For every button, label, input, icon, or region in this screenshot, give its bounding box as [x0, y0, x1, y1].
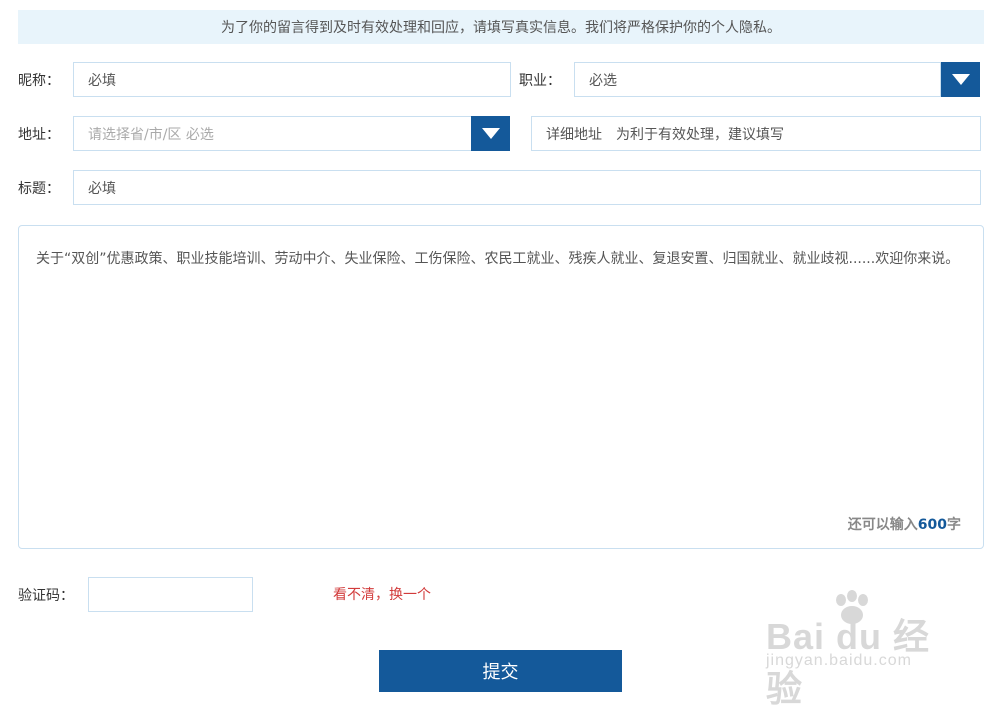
nickname-label: 昵称： — [18, 72, 60, 89]
message-hint: 关于“双创”优惠政策、职业技能培训、劳动中介、失业保险、工伤保险、农民工就业、残… — [36, 251, 960, 267]
caret-down-icon — [481, 128, 500, 139]
nickname-input[interactable]: 必填 — [73, 62, 511, 97]
watermark-url: jingyan.baidu.com — [766, 652, 912, 669]
occupation-select[interactable]: 必选 — [574, 62, 941, 97]
caret-down-icon — [951, 74, 970, 85]
captcha-input[interactable] — [88, 577, 253, 612]
region-select[interactable]: 请选择省/市/区 必选 — [73, 116, 472, 151]
captcha-refresh-link[interactable]: 看不清，换一个 — [333, 584, 431, 604]
notice-banner: 为了你的留言得到及时有效处理和回应，请填写真实信息。我们将严格保护你的个人隐私。 — [18, 10, 984, 44]
char-counter: 还可以输入600字 — [848, 514, 961, 534]
occupation-label: 职业： — [519, 72, 561, 89]
baidu-watermark: Bai du 经验 jingyan.baidu.com — [760, 590, 960, 709]
counter-value: 600 — [917, 517, 947, 533]
title-input[interactable]: 必填 — [73, 170, 981, 205]
counter-suffix: 字 — [947, 517, 961, 533]
region-dropdown-button[interactable] — [471, 116, 510, 151]
counter-prefix: 还可以输入 — [847, 517, 918, 533]
captcha-label: 验证码： — [18, 587, 74, 604]
submit-button[interactable]: 提交 — [379, 650, 622, 692]
title-label: 标题： — [18, 180, 60, 197]
occupation-dropdown-button[interactable] — [941, 62, 980, 97]
message-textarea[interactable]: 关于“双创”优惠政策、职业技能培训、劳动中介、失业保险、工伤保险、农民工就业、残… — [18, 225, 984, 549]
address-label: 地址： — [18, 126, 60, 143]
detail-address-input[interactable]: 详细地址 为利于有效处理，建议填写 — [531, 116, 981, 151]
